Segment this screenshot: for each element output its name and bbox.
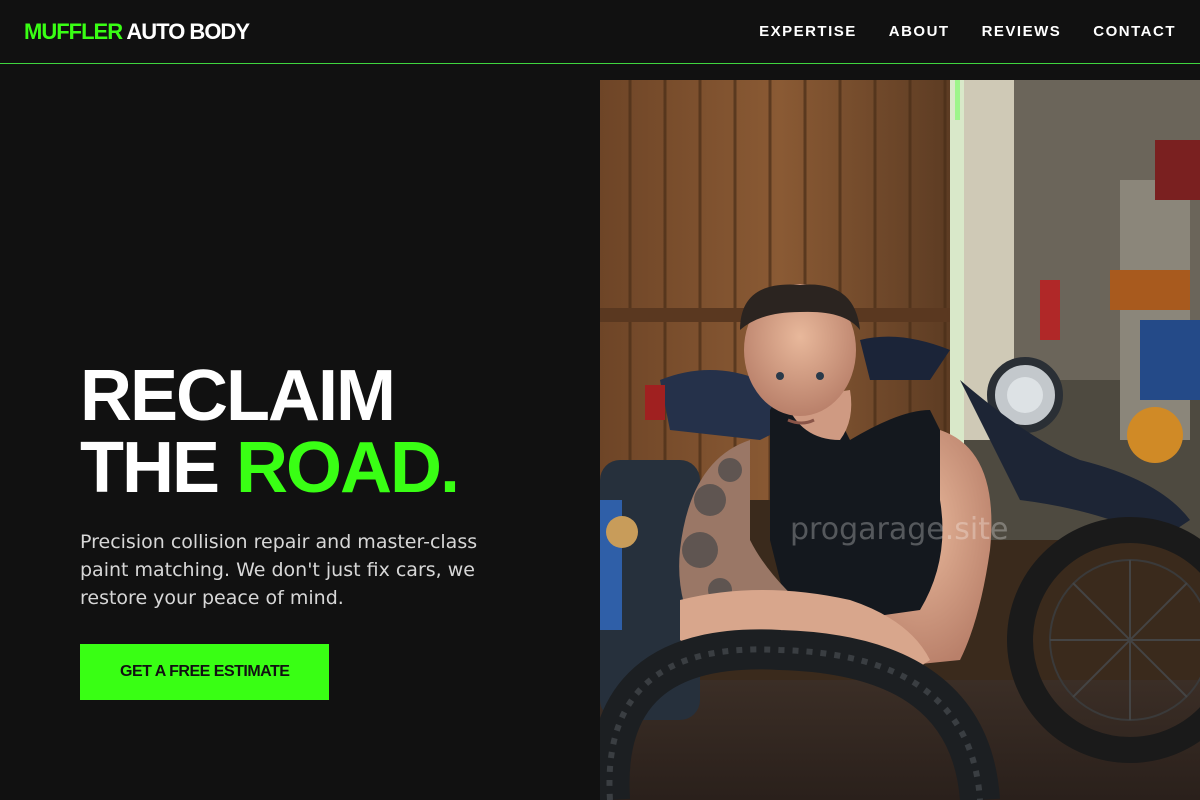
- headline-line-2-prefix: THE: [80, 428, 237, 508]
- nav-link-expertise[interactable]: EXPERTISE: [759, 23, 857, 40]
- logo-main-text: AUTO BODY: [126, 18, 250, 44]
- nav-item-expertise: EXPERTISE: [759, 23, 857, 41]
- hero-headline: RECLAIM THE ROAD.: [80, 360, 540, 504]
- headline-accent: ROAD.: [236, 428, 460, 508]
- hero-subtitle: Precision collision repair and master-cl…: [80, 531, 478, 609]
- mechanic-with-motorcycle-photo-icon: [600, 80, 1200, 800]
- hero-photo: progarage.site: [600, 80, 1200, 800]
- headline-line-2: THE ROAD.: [80, 432, 540, 504]
- nav-link-reviews[interactable]: REVIEWS: [982, 23, 1062, 40]
- nav-item-about: ABOUT: [889, 23, 950, 41]
- site-header: MUFFLER AUTO BODY EXPERTISE ABOUT REVIEW…: [0, 0, 1200, 64]
- hero-content: RECLAIM THE ROAD. Precision collision re…: [80, 360, 540, 700]
- free-estimate-button[interactable]: GET A FREE ESTIMATE: [80, 644, 330, 700]
- headline-line-1: RECLAIM: [80, 356, 396, 436]
- nav-item-reviews: REVIEWS: [982, 23, 1062, 41]
- brand-logo[interactable]: MUFFLER AUTO BODY: [24, 18, 250, 45]
- main-nav: EXPERTISE ABOUT REVIEWS CONTACT: [759, 23, 1176, 41]
- nav-link-contact[interactable]: CONTACT: [1093, 23, 1176, 40]
- logo-accent-text: MUFFLER: [24, 18, 123, 44]
- nav-item-contact: CONTACT: [1093, 23, 1176, 41]
- image-watermark: progarage.site: [790, 512, 1009, 547]
- nav-link-about[interactable]: ABOUT: [889, 23, 950, 40]
